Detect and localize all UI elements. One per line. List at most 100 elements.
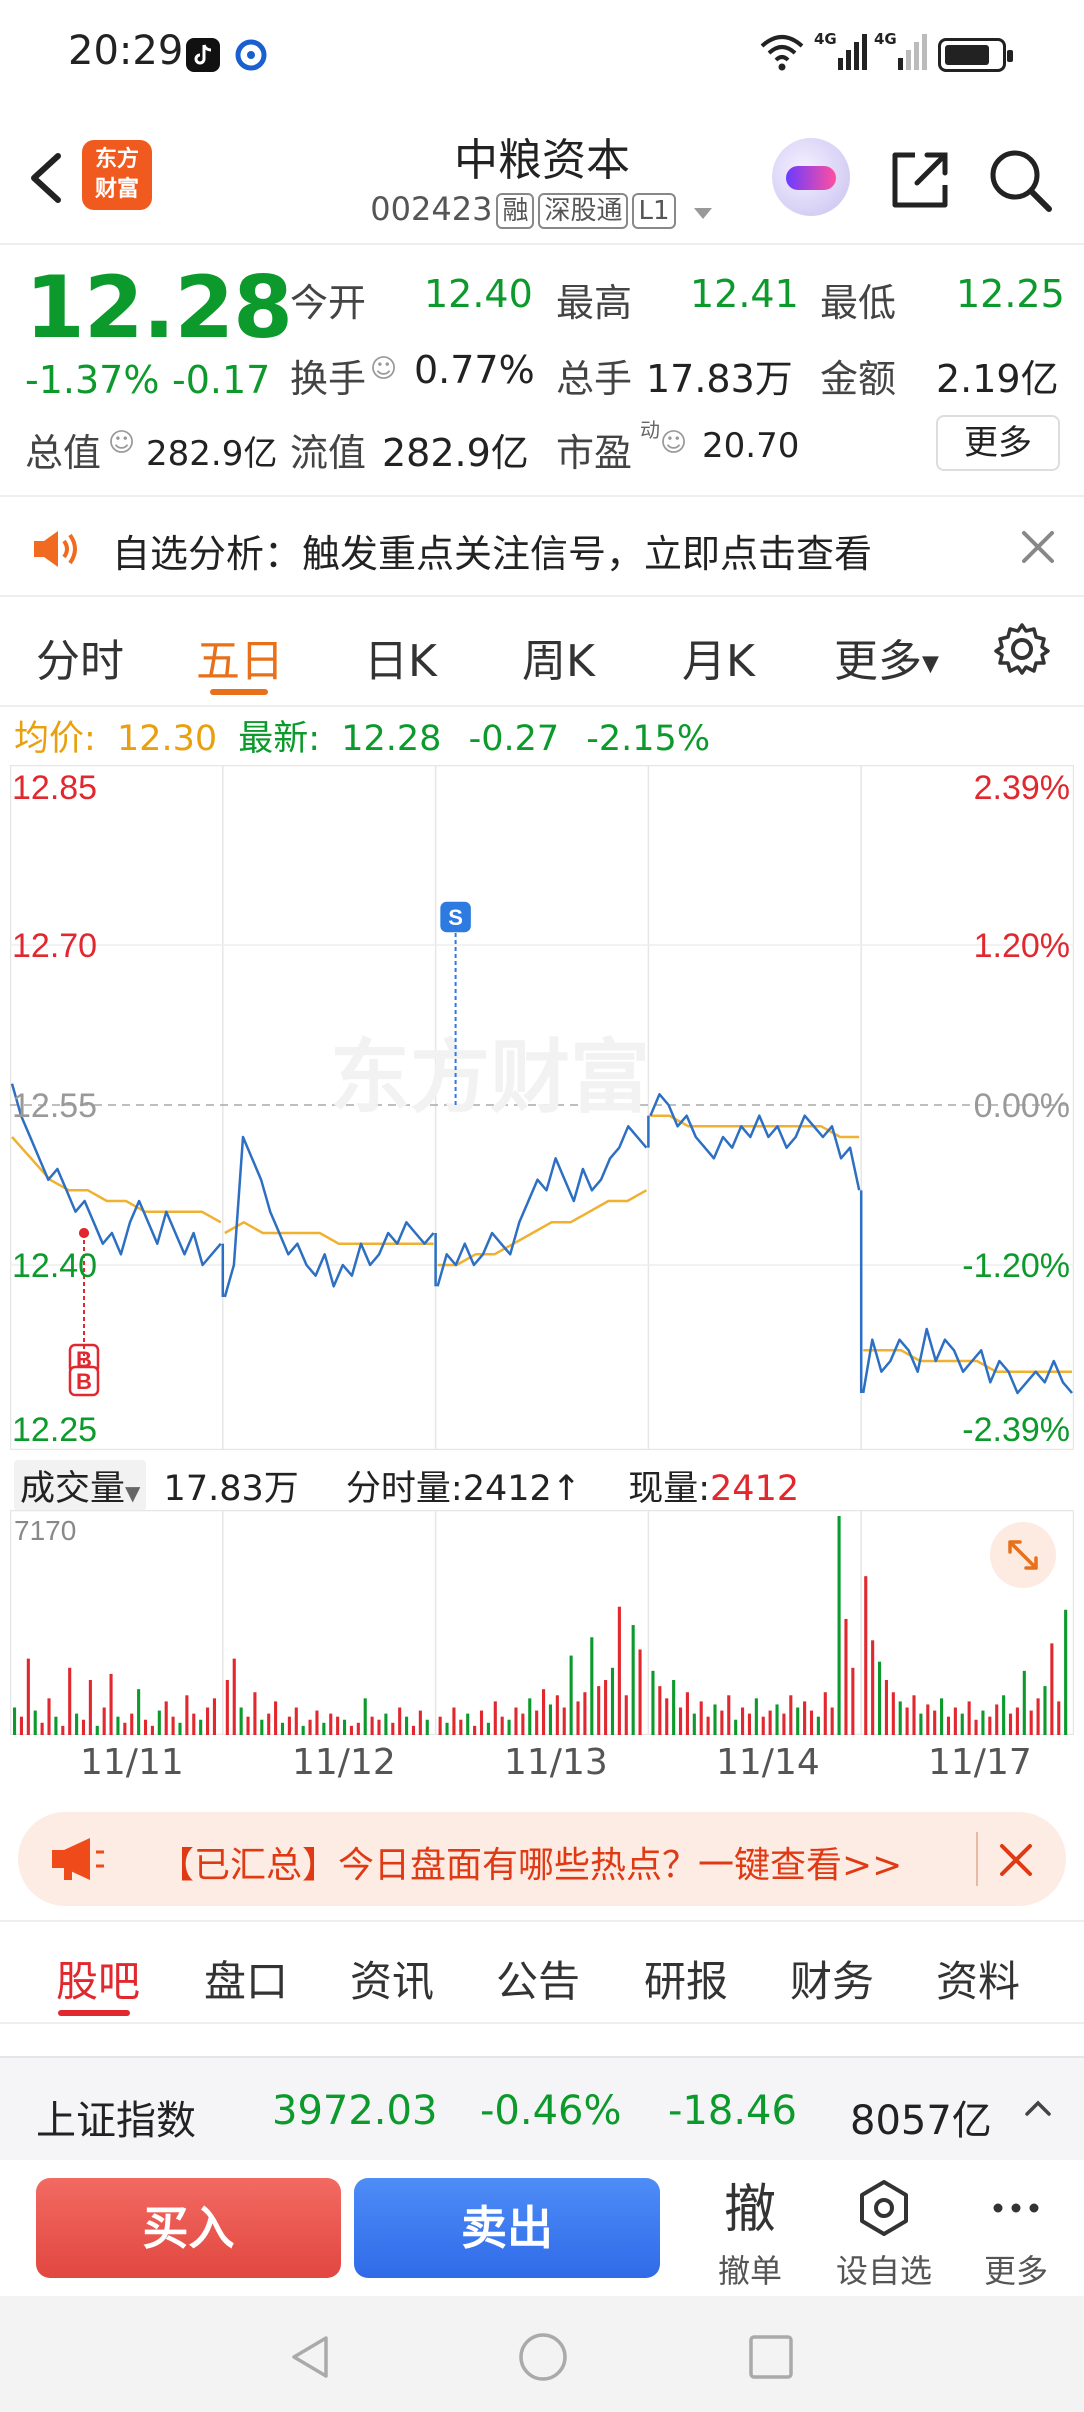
volume-bar	[40, 1722, 44, 1735]
search-icon[interactable]	[985, 145, 1055, 215]
hot-topics-banner[interactable]: 【已汇总】今日盘面有哪些热点？一键查看>>	[18, 1812, 1066, 1906]
notice-bar[interactable]: 自选分析：触发重点关注信号，立即点击查看	[0, 495, 1084, 597]
index-ticker[interactable]: 上证指数 3972.03 -0.46% -18.46 8057亿	[0, 2056, 1084, 2160]
low-value: 12.25	[956, 272, 1065, 316]
volume-bar	[803, 1701, 807, 1735]
volume-bar	[342, 1719, 347, 1735]
volume-bar	[116, 1716, 120, 1735]
volume-bar	[905, 1707, 909, 1735]
open-value: 12.40	[424, 272, 533, 316]
tab-profile[interactable]: 资料	[936, 1948, 1020, 2009]
tab-daily-k[interactable]: 日K	[364, 625, 437, 689]
tab-forum[interactable]: 股吧	[56, 1948, 140, 2009]
price-segment	[223, 1135, 435, 1298]
volume-bar	[583, 1692, 587, 1735]
volume-selector[interactable]: 成交量▼	[14, 1460, 147, 1511]
volume-bar	[150, 1725, 154, 1735]
buy-button[interactable]: 买入	[36, 2178, 341, 2278]
marker-letter: S	[448, 905, 463, 930]
close-icon[interactable]	[1018, 527, 1058, 571]
volume-bar	[157, 1710, 161, 1735]
close-icon[interactable]	[996, 1840, 1036, 1884]
tick-volume-value: 2412	[462, 1469, 552, 1509]
volume-bar	[871, 1640, 875, 1735]
tab-monthly-k[interactable]: 月K	[682, 625, 755, 689]
volume-bar	[926, 1704, 930, 1735]
volume-bar	[569, 1655, 573, 1735]
volume-bar	[555, 1695, 559, 1735]
volume-bar	[95, 1725, 99, 1735]
volume-bar	[363, 1698, 367, 1735]
volume-bar	[1050, 1643, 1054, 1735]
tab-financials[interactable]: 财务	[790, 1948, 874, 2009]
tab-research[interactable]: 研报	[644, 1948, 728, 2009]
y-tick-left: 12.40	[12, 1247, 97, 1285]
volume-bar	[884, 1680, 888, 1735]
y-tick-right: 0.00%	[974, 1087, 1070, 1125]
volume-bar	[287, 1716, 291, 1735]
tab-more[interactable]: 更多▼	[834, 625, 939, 689]
cancel-order-button[interactable]: 撤 撤单	[700, 2178, 800, 2292]
tab-five-day[interactable]: 五日	[196, 625, 284, 689]
volume-bar	[610, 1667, 615, 1735]
volume-bar	[411, 1725, 416, 1735]
mktcap-label: 总值	[25, 431, 102, 475]
more-dots-icon	[966, 2178, 1066, 2242]
info-tabs: 股吧 盘口 资讯 公告 研报 财务 资料	[0, 1920, 1084, 2024]
volume-bar	[940, 1698, 944, 1735]
five-day-price-chart[interactable]: 东方财富 BBS 12.852.39%12.701.20%12.550.00%1…	[10, 765, 1074, 1450]
volume-bar	[713, 1704, 717, 1735]
volume-header: 成交量▼ 17.83万 分时量:2412↑ 现量:2412	[14, 1460, 799, 1511]
share-icon[interactable]	[885, 145, 955, 215]
y-tick-left: 12.70	[12, 927, 97, 965]
volume-bar	[19, 1716, 23, 1735]
volume-bar	[294, 1707, 298, 1735]
marker-dot	[79, 1228, 89, 1238]
more-actions-button[interactable]: 更多	[966, 2178, 1066, 2292]
volume-bar	[837, 1516, 841, 1735]
sell-button[interactable]: 卖出	[354, 2178, 660, 2278]
change-percent: -1.37%	[25, 358, 160, 402]
volume-chart[interactable]: 7170	[10, 1510, 1074, 1735]
volume-bar	[384, 1713, 388, 1735]
tag-level: L1	[632, 193, 676, 229]
speaker-icon	[30, 527, 82, 575]
latest-label: 最新:	[238, 719, 321, 759]
volume-bar	[377, 1719, 381, 1735]
more-quote-button[interactable]: 更多	[936, 415, 1060, 471]
nav-home-icon[interactable]	[516, 2330, 570, 2388]
tab-weekly-k[interactable]: 周K	[522, 625, 595, 689]
ai-assistant-icon[interactable]	[772, 138, 850, 216]
tab-order-book[interactable]: 盘口	[204, 1948, 288, 2009]
volume-bar	[617, 1606, 621, 1735]
volume-bar	[809, 1710, 814, 1735]
volume-bar	[1015, 1707, 1019, 1735]
volume-bar	[301, 1725, 305, 1735]
volume-bar	[651, 1670, 655, 1735]
volume-bar	[47, 1698, 51, 1735]
pe-value: 20.70	[702, 426, 800, 466]
nav-back-icon[interactable]	[286, 2332, 336, 2386]
chevron-up-icon[interactable]	[1024, 2098, 1052, 2122]
volume-bar	[459, 1719, 463, 1735]
info-icon[interactable]: ☺	[370, 354, 397, 384]
tab-announcements[interactable]: 公告	[496, 1948, 580, 2009]
chart-watermark: 东方财富	[330, 1031, 650, 1124]
settings-gear-icon[interactable]	[994, 621, 1050, 681]
tab-news[interactable]: 资讯	[350, 1948, 434, 2009]
pe-dynamic-mark: 动	[640, 418, 660, 442]
volume-bar	[672, 1680, 676, 1735]
info-icon[interactable]: ☺	[660, 428, 687, 458]
volume-bar	[212, 1698, 217, 1735]
add-watchlist-button[interactable]: 设自选	[834, 2178, 934, 2292]
volume-bar	[761, 1716, 765, 1735]
nav-recents-icon[interactable]	[746, 2332, 796, 2386]
volume-bar	[225, 1680, 229, 1735]
app-notification-icon	[234, 38, 268, 72]
price-line	[10, 1083, 1073, 1395]
info-icon[interactable]: ☺	[108, 428, 135, 458]
tab-intraday[interactable]: 分时	[36, 625, 124, 689]
volume-bar	[995, 1704, 999, 1735]
index-name: 上证指数	[36, 2098, 196, 2144]
expand-icon[interactable]	[990, 1522, 1056, 1588]
